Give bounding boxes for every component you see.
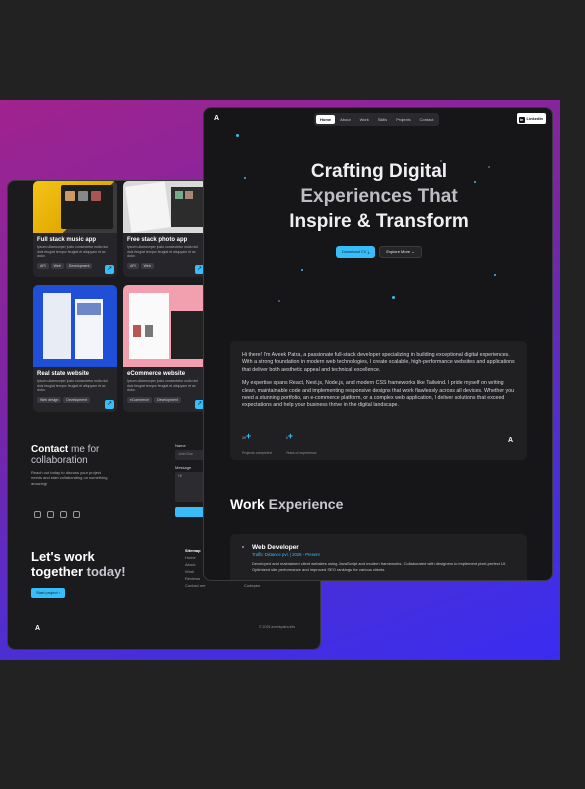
sitemap-link[interactable]: Reviews bbox=[185, 576, 200, 581]
about-paragraph: Hi there! I'm Aveek Patra, a passionate … bbox=[242, 352, 515, 373]
sitemap-title: Sitemap bbox=[185, 548, 201, 553]
about-card: Hi there! I'm Aveek Patra, a passionate … bbox=[230, 341, 527, 460]
nav-about[interactable]: About bbox=[336, 115, 354, 124]
project-description: Ipsum ullamcorper justo consectetur null… bbox=[37, 245, 108, 259]
hero-heading: Crafting Digital Experiences That Inspir… bbox=[289, 161, 469, 232]
twitter-icon[interactable] bbox=[60, 511, 67, 518]
job-description: Developed and maintained client websites… bbox=[252, 561, 507, 572]
stat-projects: 20+ Projects completed bbox=[242, 431, 272, 455]
about-paragraph: My expertise spans React, Next.js, Node.… bbox=[242, 380, 515, 409]
project-tag: API bbox=[37, 262, 49, 269]
decorative-dot bbox=[236, 134, 239, 137]
project-description: Ipsum ullamcorper justo consectetur null… bbox=[37, 379, 108, 393]
contact-heading: Contact me for collaboration bbox=[31, 444, 100, 466]
github-icon[interactable] bbox=[34, 511, 41, 518]
nav-home[interactable]: Home bbox=[316, 115, 336, 124]
project-thumbnail bbox=[123, 181, 207, 233]
nav-contact[interactable]: Contact bbox=[416, 115, 438, 124]
linkedin-icon[interactable] bbox=[47, 511, 54, 518]
sitemap-link[interactable]: Contact me bbox=[185, 583, 205, 588]
logo[interactable]: A bbox=[214, 115, 219, 122]
sitemap-link[interactable]: About bbox=[185, 562, 195, 567]
logo[interactable]: A bbox=[35, 625, 40, 632]
portfolio-window-front: A Home About Work Skills Projects Contac… bbox=[203, 107, 553, 581]
project-title: eCommerce website bbox=[127, 371, 186, 377]
project-title: Free stack photo app bbox=[127, 237, 188, 243]
project-tag: Web bbox=[50, 262, 64, 269]
project-thumbnail bbox=[33, 181, 117, 233]
instagram-icon[interactable] bbox=[73, 511, 80, 518]
contact-description: Reach out today to discuss your project … bbox=[31, 470, 108, 486]
desktop-background: Full stack music app Ipsum ullamcorper j… bbox=[0, 0, 585, 789]
nav-work[interactable]: Work bbox=[356, 115, 373, 124]
logo-mark: A bbox=[507, 437, 513, 444]
sitemap-link[interactable]: Codepen bbox=[244, 582, 260, 589]
download-cv-button[interactable]: Download CV ⤓ bbox=[336, 246, 376, 258]
decorative-dot bbox=[301, 269, 303, 271]
project-tag: Development bbox=[154, 396, 181, 403]
job-company: Traffic Distance pvt. | 2025 - Present bbox=[252, 552, 320, 557]
stat-years: 3+ Years of experience bbox=[285, 431, 317, 455]
top-nav: Home About Work Skills Projects Contact bbox=[314, 113, 440, 126]
message-label: Message bbox=[175, 465, 192, 470]
linkedin-icon: in bbox=[518, 117, 525, 123]
job-card: Web Developer Traffic Distance pvt. | 20… bbox=[230, 534, 527, 580]
decorative-dot bbox=[392, 296, 395, 299]
project-thumbnail bbox=[123, 285, 207, 367]
nav-projects[interactable]: Projects bbox=[392, 115, 414, 124]
project-tag: Development bbox=[63, 396, 91, 403]
decorative-dot bbox=[494, 274, 496, 276]
project-card[interactable]: Full stack music app Ipsum ullamcorper j… bbox=[33, 181, 117, 277]
project-card[interactable]: Free stack photo app Ipsum ullamcorper j… bbox=[123, 181, 207, 277]
project-tag: Web bbox=[140, 262, 154, 269]
sitemap-link[interactable]: Work bbox=[185, 569, 194, 574]
sitemap-link[interactable]: Home bbox=[185, 555, 196, 560]
timeline-dot bbox=[242, 546, 244, 548]
nav-skills[interactable]: Skills bbox=[374, 115, 391, 124]
project-tag: eCommerce bbox=[127, 396, 153, 403]
linkedin-button[interactable]: in LinkedIn bbox=[516, 113, 546, 124]
start-project-button[interactable]: Start project › bbox=[31, 588, 66, 598]
project-tag: Development bbox=[65, 262, 93, 269]
project-title: Full stack music app bbox=[37, 237, 97, 243]
project-description: Ipsum ullamcorper justo consectetur null… bbox=[127, 379, 198, 393]
open-arrow-icon[interactable]: ↗ bbox=[105, 265, 114, 274]
job-title: Web Developer bbox=[252, 544, 299, 551]
project-tag: API bbox=[127, 262, 139, 269]
open-arrow-icon[interactable]: ↗ bbox=[105, 400, 114, 409]
work-experience-heading: Work Experience bbox=[230, 496, 344, 512]
project-title: Real state website bbox=[37, 371, 90, 377]
name-label: Name bbox=[175, 443, 186, 448]
project-card[interactable]: Real state website Ipsum ullamcorper jus… bbox=[33, 285, 117, 412]
project-description: Ipsum ullamcorper justo consectetur null… bbox=[127, 245, 198, 259]
cta-heading: Let's work together today! bbox=[31, 549, 126, 579]
copyright: © 2025 aveekpatra.info bbox=[259, 625, 296, 629]
project-card[interactable]: eCommerce website Ipsum ullamcorper just… bbox=[123, 285, 207, 412]
explore-more-button[interactable]: Explore More ⌄ bbox=[379, 246, 422, 258]
decorative-dot bbox=[278, 300, 280, 302]
social-links bbox=[34, 511, 80, 518]
send-button[interactable] bbox=[175, 507, 205, 517]
project-tag: Web design bbox=[37, 396, 62, 403]
project-thumbnail bbox=[33, 285, 117, 367]
